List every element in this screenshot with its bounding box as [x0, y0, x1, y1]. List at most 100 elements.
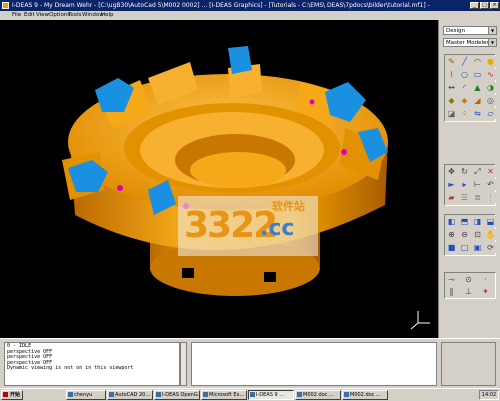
history-icon[interactable]: ☰ [459, 192, 470, 203]
chevron-down-icon: ▼ [488, 39, 496, 46]
workplane-icon[interactable]: ▱ [485, 108, 496, 119]
fix-icon[interactable]: ✦ [480, 286, 491, 297]
taskbar-button[interactable]: I-DEAS 9 ... [248, 390, 294, 400]
axis-triad [410, 311, 430, 330]
mirror-icon[interactable]: ⇋ [472, 108, 483, 119]
sketch-tools: ✎ ╱ ◠ ● ⌇ ○ ▭ ∿ ↔ ◜ ▲ ◑ ◆ ◈ ◢ ◎ ◪ ⁘ ⇋ ▱ [444, 54, 496, 122]
menu-file[interactable]: File [12, 11, 21, 20]
view-iso-icon[interactable]: ⬓ [485, 216, 496, 227]
tangent-icon[interactable]: ⊙ [463, 274, 474, 285]
menu-tools[interactable]: Tools [68, 11, 82, 20]
cut-icon[interactable]: ◆ [446, 95, 457, 106]
dimension-icon[interactable]: ↔ [446, 82, 457, 93]
hub-notch [264, 272, 276, 282]
taskbar-button[interactable]: AutoCAD 20... [107, 390, 153, 400]
marker-point [117, 185, 123, 191]
clock: 14:02 [479, 390, 499, 400]
perpendicular-icon[interactable]: ⊥ [463, 286, 474, 297]
menu-help[interactable]: Help [101, 11, 114, 20]
watermark-suffix: .cc [260, 216, 295, 241]
subtask-select-value: Master Modeler [446, 40, 489, 46]
pencil-icon[interactable]: ✎ [446, 56, 457, 67]
fillet-icon[interactable]: ◜ [459, 82, 470, 93]
delete-icon[interactable]: ✕ [485, 166, 496, 177]
view-front-icon[interactable]: ◧ [446, 216, 457, 227]
zoom-in-icon[interactable]: ⊕ [446, 229, 457, 240]
cutting-insert [228, 46, 252, 74]
zoom-out-icon[interactable]: ⊖ [459, 229, 470, 240]
revolve-icon[interactable]: ◑ [485, 82, 496, 93]
start-button[interactable]: 开始 [1, 390, 23, 400]
view-tools: ◧ ⬒ ◨ ⬓ ⊕ ⊖ ⊡ ✋ ■ □ ▣ ⟳ [444, 214, 496, 256]
menu-view[interactable]: View [36, 11, 49, 20]
shaded-icon[interactable]: ■ [446, 242, 457, 253]
watermark: 3322 .cc 软件站 [178, 196, 318, 256]
hub-notch [182, 268, 194, 278]
chamfer-icon[interactable]: ◪ [446, 108, 457, 119]
scale-icon[interactable]: ⤢ [472, 166, 483, 177]
zoom-all-icon[interactable]: ⊡ [472, 229, 483, 240]
watermark-cn: 软件站 [272, 200, 305, 213]
marker-point [309, 99, 315, 105]
constraint-tools: ⊸ ⊙ · ∥ ⊥ ✦ [444, 272, 496, 299]
pattern-icon[interactable]: ⁘ [459, 108, 470, 119]
taskbar-button[interactable]: Microsoft Ex... [201, 390, 247, 400]
graphics-viewport[interactable]: 3322 .cc 软件站 [0, 20, 438, 338]
task-select-value: Design [446, 28, 465, 34]
taskbar-button[interactable]: M002.doc ... [295, 390, 341, 400]
redraw-icon[interactable]: ⟳ [485, 242, 496, 253]
arc-icon[interactable]: ◠ [472, 56, 483, 67]
taskbar-button[interactable]: M002.doc ... [342, 390, 388, 400]
pan-icon[interactable]: ✋ [485, 229, 496, 240]
minimize-button[interactable]: _ [470, 2, 479, 9]
cutter-model [62, 46, 430, 330]
fast-forward-icon[interactable]: ► [446, 179, 457, 190]
coincident-icon[interactable]: · [480, 274, 491, 285]
spline-icon[interactable]: ∿ [485, 69, 496, 80]
circle-icon[interactable]: ○ [459, 69, 470, 80]
menu-edit[interactable]: Edit [24, 11, 35, 20]
command-area: 0 - IDLE perspective OFF perspective OFF pe… [0, 338, 500, 389]
rectangle-icon[interactable]: ▭ [472, 69, 483, 80]
polyline-icon[interactable]: ⌇ [446, 69, 457, 80]
select-icon[interactable]: ▸ [459, 179, 470, 190]
hole-icon[interactable]: ◎ [485, 95, 496, 106]
taskbar-button[interactable]: chenyu [66, 390, 106, 400]
bulb-icon[interactable]: ● [485, 56, 496, 67]
subtask-select[interactable]: Master Modeler ▼ [443, 38, 497, 47]
prompt-panel[interactable] [191, 342, 437, 386]
extrude-icon[interactable]: ▲ [472, 82, 483, 93]
title-bar: I-DEAS 9 - My Dream Wehr - [C:\ugB30\Aut… [0, 0, 500, 11]
marker-point [341, 149, 347, 155]
console-scrollbar[interactable] [180, 342, 187, 386]
icon-panel: Design ▼ Master Modeler ▼ ✎ ╱ ◠ ● ⌇ ○ ▭ … [438, 20, 500, 338]
rotate-icon[interactable]: ↻ [459, 166, 470, 177]
layers-icon[interactable]: ≣ [472, 192, 483, 203]
properties-icon[interactable]: ⋮ [485, 192, 496, 203]
line-icon[interactable]: ╱ [459, 56, 470, 67]
undo-icon[interactable]: ↶ [485, 179, 496, 190]
console-log[interactable]: 0 - IDLE perspective OFF perspective OFF pe… [4, 342, 180, 386]
shell-icon[interactable]: ◈ [459, 95, 470, 106]
measure-icon[interactable]: ⊢ [472, 179, 483, 190]
bore-floor [190, 152, 286, 188]
taskbar: 开始 chenyu AutoCAD 20... I-DEAS OpenG... … [0, 388, 500, 401]
task-select[interactable]: Design ▼ [443, 26, 497, 35]
view-top-icon[interactable]: ⬒ [459, 216, 470, 227]
wireframe-icon[interactable]: □ [459, 242, 470, 253]
close-button[interactable]: × [490, 2, 499, 9]
parallel-icon[interactable]: ∥ [446, 286, 457, 297]
modify-tools: ✥ ↻ ⤢ ✕ ► ▸ ⊢ ↶ ▰ ☰ ≣ ⋮ [444, 164, 496, 206]
chevron-down-icon: ▼ [488, 27, 496, 34]
paint-icon[interactable]: ▰ [446, 192, 457, 203]
view-side-icon[interactable]: ◨ [472, 216, 483, 227]
hidden-line-icon[interactable]: ▣ [472, 242, 483, 253]
taskbar-button[interactable]: I-DEAS OpenG... [154, 390, 200, 400]
maximize-button[interactable]: □ [480, 2, 489, 9]
draft-icon[interactable]: ◢ [472, 95, 483, 106]
console-line: Dynamic viewing is not on in this viewpo… [7, 365, 134, 372]
menu-bar: File Edit View Options Tools Window Help [0, 11, 500, 20]
move-icon[interactable]: ✥ [446, 166, 457, 177]
app-icon [2, 2, 9, 9]
constraint-icon[interactable]: ⊸ [446, 274, 457, 285]
